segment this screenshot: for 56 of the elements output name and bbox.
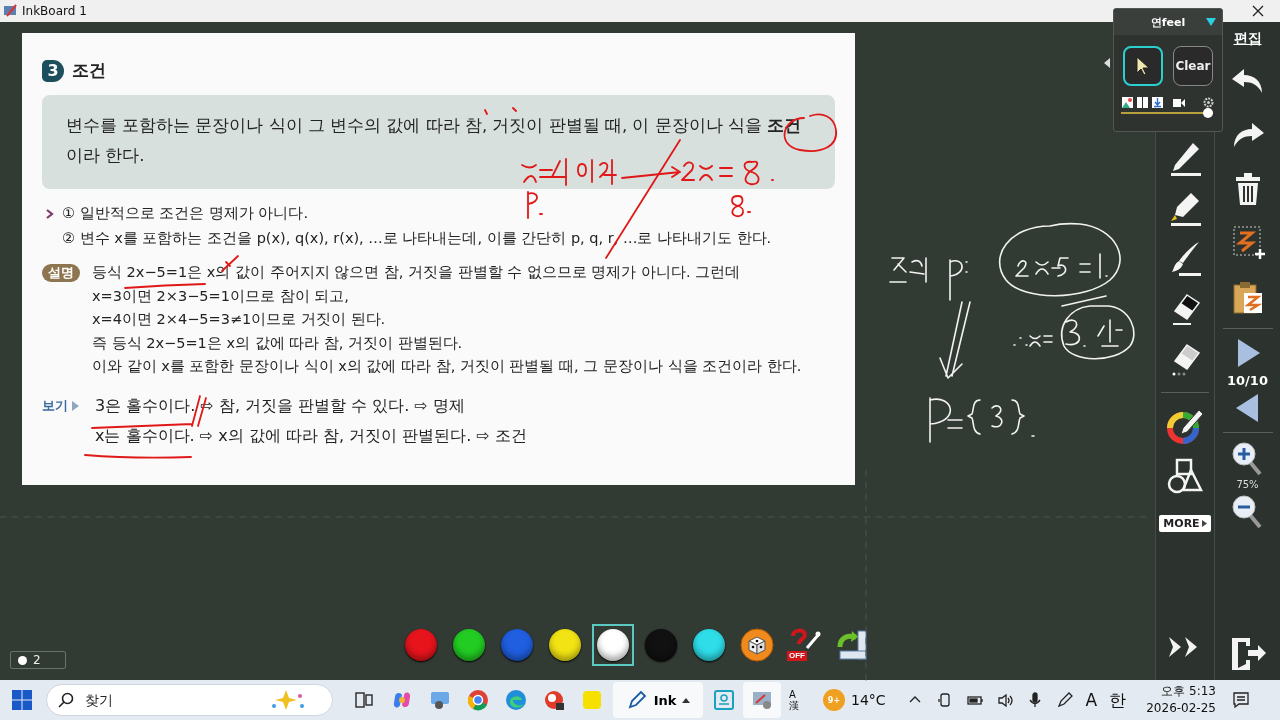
search-field[interactable]: 찾기	[46, 684, 333, 716]
window-title: InkBoard 1	[22, 4, 87, 18]
triangle-icon	[72, 400, 79, 411]
section-title: 조건	[72, 59, 106, 82]
explanation-line: 이와 같이 x를 포함한 문장이나 식이 x의 값에 따라 참, 거짓이 판별될 때, 그 문장이나 식을 조건이라 한다.	[92, 357, 802, 377]
pen-icon[interactable]	[1055, 691, 1074, 709]
close-icon[interactable]	[1252, 5, 1264, 17]
start-icon[interactable]	[12, 690, 32, 710]
edit-label: 편집	[1233, 30, 1262, 48]
panel-title: 연feel	[1150, 14, 1186, 30]
page-counter: 10/10	[1227, 373, 1268, 388]
language-indicator[interactable]: 한	[1109, 688, 1127, 712]
note-text: ① 일반적으로 조건은 명제가 아니다.	[62, 204, 310, 223]
triangle-icon	[1201, 520, 1207, 527]
explanation-line: 등식 2x−5=1은 x의 값이 주어지지 않으면 참, 거짓을 판별할 수 없으므로 명제가 아니다. 그런데	[92, 263, 742, 282]
explanation-line: x=3이면 2×3−5=1이므로 참이 되고,	[92, 286, 350, 306]
ime-indicator[interactable]: A	[789, 689, 799, 700]
ink-app-button[interactable]: Ink	[613, 682, 703, 718]
video-camera-icon[interactable]	[1173, 97, 1185, 108]
split-view-icon[interactable]	[1137, 97, 1148, 108]
zoom-level: 75%	[1236, 479, 1259, 490]
ruler-icon	[836, 629, 870, 661]
more-button[interactable]: MORE	[1159, 515, 1211, 532]
select-tool-button[interactable]	[1123, 46, 1163, 86]
explanation-badge: 설명	[42, 264, 80, 282]
clear-button[interactable]: Clear	[1173, 46, 1213, 86]
ime-indicator[interactable]: 漢	[789, 700, 799, 711]
chevron-icon	[46, 209, 54, 219]
browser-icon[interactable]	[505, 689, 527, 711]
explanation-line: 즉 등식 2x−5=1은 x의 값에 따라 참, 거짓이 판별된다.	[92, 333, 464, 353]
temperature[interactable]: 14°C	[851, 692, 886, 708]
notification-icon[interactable]	[1232, 691, 1250, 709]
speaker-icon[interactable]	[995, 691, 1014, 709]
section-number: 3	[42, 59, 64, 82]
shapes-icon[interactable]	[1165, 456, 1205, 496]
task-view-icon[interactable]	[353, 689, 375, 711]
chat-icon[interactable]	[429, 689, 451, 711]
dropdown-caret-icon[interactable]	[1206, 18, 1216, 26]
dice-icon	[740, 628, 774, 662]
settings-icon[interactable]	[1203, 97, 1214, 108]
app-icon	[3, 3, 19, 19]
collapse-arrow-icon[interactable]	[1104, 58, 1110, 68]
font-indicator[interactable]: A	[1085, 690, 1098, 710]
caret-icon	[682, 697, 691, 703]
download-icon[interactable]	[1152, 97, 1163, 108]
explanation-line: x=4이면 2×4−5=3≠1이므로 거짓이 된다.	[92, 310, 387, 330]
example-line: x는 홀수이다. ⇨ x의 값에 따라 참, 거짓이 판별된다. ⇨ 조건	[95, 424, 527, 447]
cursor-icon	[1135, 56, 1151, 76]
whiteboard-icon[interactable]	[751, 689, 773, 711]
example-label: 보기	[42, 396, 68, 415]
search-icon[interactable]	[58, 692, 74, 708]
app-icon[interactable]	[543, 689, 565, 711]
page-indicator[interactable]: 2	[10, 651, 66, 669]
image-icon[interactable]	[1122, 97, 1133, 108]
browser-icon[interactable]	[467, 689, 489, 711]
clock[interactable]: 오후 5:13 2026-02-25	[1146, 683, 1216, 717]
